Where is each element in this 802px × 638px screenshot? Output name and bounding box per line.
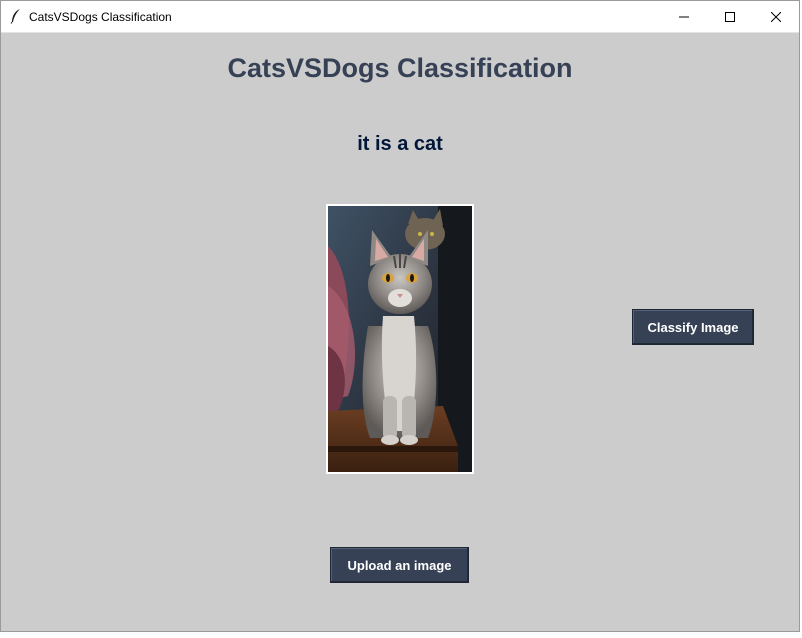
main-content: CatsVSDogs Classification it is a cat Cl… [1, 33, 799, 631]
classification-result: it is a cat [357, 133, 443, 155]
title-bar[interactable]: CatsVSDogs Classification [1, 1, 799, 33]
app-window: CatsVSDogs Classification CatsVSDogs Cla… [0, 0, 800, 632]
cat-photo [328, 206, 472, 472]
maximize-button[interactable] [707, 1, 753, 32]
uploaded-image [326, 204, 474, 474]
close-icon [771, 11, 781, 22]
minimize-button[interactable] [661, 1, 707, 32]
page-title: CatsVSDogs Classification [227, 53, 573, 83]
upload-image-button[interactable]: Upload an image [330, 547, 469, 583]
close-button[interactable] [753, 1, 799, 32]
maximize-icon [725, 11, 735, 22]
minimize-icon [679, 12, 689, 22]
feather-icon [9, 8, 23, 24]
classify-image-button[interactable]: Classify Image [632, 309, 754, 345]
window-title: CatsVSDogs Classification [29, 10, 172, 24]
